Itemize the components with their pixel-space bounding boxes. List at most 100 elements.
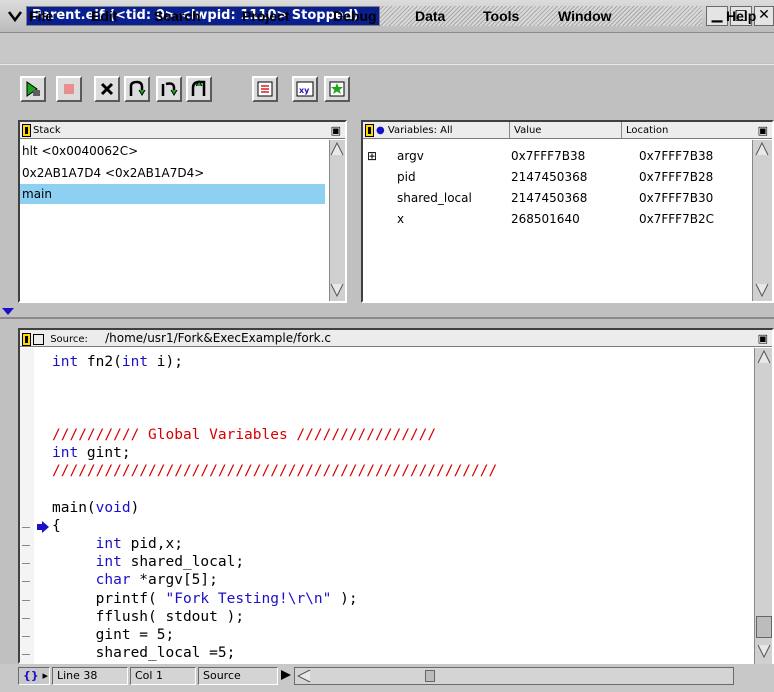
variable-name[interactable]: argv: [397, 146, 424, 166]
menu-project[interactable]: Project: [242, 8, 289, 24]
source-line[interactable]: int pid,x;: [52, 536, 183, 554]
source-line[interactable]: int shared_local;: [52, 554, 244, 572]
window-title: Parent.elf (<tid: 0> <lwpid: 1110> Stopp…: [27, 7, 379, 25]
code-text: fflush( stdout );: [52, 608, 245, 625]
step-into-button[interactable]: [156, 76, 182, 102]
variable-value[interactable]: 268501640: [511, 209, 580, 229]
scroll-left-icon[interactable]: [297, 669, 311, 683]
menu-debug[interactable]: Debug: [333, 8, 377, 24]
scroll-up-icon[interactable]: [330, 142, 344, 156]
expand-toggle-icon[interactable]: ⊞: [367, 146, 377, 166]
minimize-button[interactable]: ▁: [706, 6, 728, 26]
code-keyword: int: [52, 354, 79, 370]
menu-help[interactable]: Help: [726, 8, 756, 24]
breakpoint-slot[interactable]: [22, 563, 30, 565]
source-line[interactable]: int gint;: [52, 445, 131, 463]
step-out-button[interactable]: [186, 76, 212, 102]
panel-grip-icon[interactable]: [22, 123, 31, 137]
source-line[interactable]: ////////////////////////////////////////…: [52, 463, 497, 481]
breakpoint-slot[interactable]: [22, 581, 30, 583]
scroll-thumb[interactable]: [756, 616, 772, 638]
column-header-location[interactable]: Location: [621, 122, 668, 138]
code-keyword: void: [95, 499, 131, 516]
menu-file[interactable]: File: [29, 8, 53, 24]
stack-frame[interactable]: hlt <0x0040062C>: [20, 141, 331, 161]
menu-data[interactable]: Data: [415, 8, 445, 24]
breakpoint-slot[interactable]: [22, 545, 30, 546]
column-header-value[interactable]: Value: [509, 122, 541, 138]
code-comment: ////////// Global Variables ////////////…: [52, 426, 437, 443]
stack-panel-header: Stack ▣: [20, 122, 345, 139]
status-col: Col 1: [130, 667, 196, 685]
splitter-collapse-icon[interactable]: [2, 308, 14, 316]
source-line[interactable]: shared_local =5;: [52, 645, 236, 663]
window-menu-chevron-icon[interactable]: [8, 9, 22, 23]
code-text: gint;: [78, 445, 131, 461]
stack-scrollbar[interactable]: [329, 140, 345, 301]
breakpoint-slot[interactable]: [22, 636, 30, 637]
variable-name[interactable]: pid: [397, 167, 416, 187]
code-text: fn2(: [78, 354, 122, 370]
close-button[interactable]: ✕: [754, 6, 774, 26]
compile-button[interactable]: [324, 76, 350, 102]
source-line[interactable]: printf( "Fork Testing!\r\n" );: [52, 591, 358, 609]
code-keyword: char: [95, 572, 131, 589]
panel-grip-icon[interactable]: [365, 123, 374, 137]
stack-frame-selected[interactable]: main: [20, 184, 325, 204]
hscroll-right-arrow-icon[interactable]: [280, 669, 292, 681]
source-line[interactable]: fflush( stdout );: [52, 609, 244, 627]
braces-indicator[interactable]: {} ▸: [18, 667, 50, 685]
variable-value[interactable]: 2147450368: [511, 167, 587, 187]
go-button[interactable]: [20, 76, 46, 102]
code-keyword: int: [95, 536, 122, 552]
source-line[interactable]: main(void): [52, 500, 139, 518]
variable-name[interactable]: x: [397, 209, 404, 229]
compile-icon: [329, 81, 345, 97]
source-line[interactable]: gint = 5;: [52, 627, 175, 645]
pane-splitter[interactable]: [0, 317, 774, 319]
breakpoint-slot[interactable]: [22, 654, 30, 656]
variables-scrollbar[interactable]: [752, 140, 772, 301]
source-line[interactable]: char *argv[5];: [52, 572, 218, 590]
halt-button[interactable]: [56, 76, 82, 102]
panel-maximize-icon[interactable]: ▣: [331, 122, 341, 139]
variable-location: 0x7FFF7B2C: [639, 212, 714, 226]
source-line[interactable]: ////////// Global Variables ////////////…: [52, 427, 436, 445]
variable-value[interactable]: 2147450368: [511, 188, 587, 208]
variable-location: 0x7FFF7B38: [639, 149, 714, 163]
panel-maximize-icon[interactable]: ▣: [758, 330, 768, 347]
menu-edit[interactable]: Edit: [91, 8, 117, 24]
breakpoint-slot[interactable]: [22, 526, 30, 528]
source-view-icon[interactable]: [33, 333, 44, 345]
source-line[interactable]: {: [52, 518, 61, 536]
source-line[interactable]: int fn2(int i);: [52, 354, 183, 372]
scroll-down-icon[interactable]: [755, 283, 769, 297]
panel-maximize-icon[interactable]: ▣: [758, 122, 768, 139]
source-gutter[interactable]: [20, 348, 34, 664]
source-scrollbar[interactable]: [754, 348, 772, 664]
menu-search[interactable]: Search: [154, 8, 201, 24]
breakpoint-slot[interactable]: [22, 617, 30, 619]
variables-view-button[interactable]: [252, 76, 278, 102]
variable-name[interactable]: shared_local: [397, 188, 472, 208]
menu-window[interactable]: Window: [558, 8, 612, 24]
xy-plot-button[interactable]: xy: [292, 76, 318, 102]
horizontal-scrollbar[interactable]: [294, 667, 734, 685]
kill-button[interactable]: [94, 76, 120, 102]
hscroll-thumb[interactable]: [425, 670, 435, 682]
panel-grip-icon[interactable]: [22, 332, 31, 346]
step-into-icon: [161, 82, 178, 96]
menu-tools[interactable]: Tools: [483, 8, 519, 24]
breakpoint-slot[interactable]: [22, 599, 30, 601]
stack-frame[interactable]: 0x2AB1A7D4 <0x2AB1A7D4>: [20, 163, 331, 183]
scroll-down-icon[interactable]: [757, 644, 771, 658]
variable-value[interactable]: 0x7FFF7B38: [511, 146, 585, 166]
code-text: main(: [52, 499, 96, 516]
scroll-up-icon[interactable]: [755, 142, 769, 156]
scroll-down-icon[interactable]: [330, 283, 344, 297]
code-text: i);: [148, 354, 183, 370]
scroll-up-icon[interactable]: [757, 350, 771, 364]
step-over-button[interactable]: [124, 76, 150, 102]
status-mode: Source: [198, 667, 278, 685]
